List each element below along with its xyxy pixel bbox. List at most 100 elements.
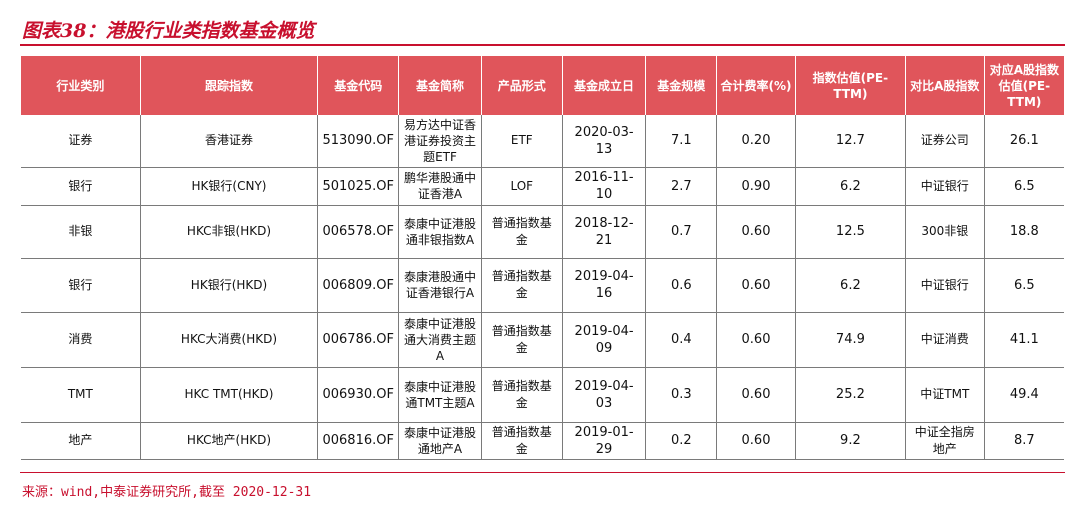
table-row: 消费 HKC大消费(HKD) 006786.OF 泰康中证港股通大消费主题A 普… bbox=[21, 312, 1064, 368]
industry-cell: 银行 bbox=[21, 167, 141, 206]
table-row: 银行 HK银行(CNY) 501025.OF 鹏华港股通中证香港A LOF 20… bbox=[21, 167, 1064, 206]
figure-title: 图表38：港股行业类指数基金概览 bbox=[22, 20, 315, 42]
a-share-index-cell: 中证消费 bbox=[905, 312, 985, 368]
a-share-pe-cell: 49.4 bbox=[984, 367, 1064, 423]
fee-rate-cell: 0.60 bbox=[716, 367, 796, 423]
industry-cell: 消费 bbox=[21, 312, 141, 368]
fee-rate-cell: 0.90 bbox=[716, 167, 796, 206]
fund-size-cell: 2.7 bbox=[645, 167, 718, 206]
product-type-cell: 普通指数基金 bbox=[481, 312, 563, 368]
inception-date-cell: 2019-04-03 bbox=[562, 367, 647, 423]
tracking-index-cell: HKC大消费(HKD) bbox=[140, 312, 319, 368]
a-share-pe-cell: 8.7 bbox=[984, 422, 1064, 460]
fund-code-cell: 006809.OF bbox=[317, 258, 400, 313]
index-pe-cell: 6.2 bbox=[795, 167, 906, 206]
index-pe-cell: 74.9 bbox=[795, 312, 906, 368]
a-share-index-cell: 中证TMT bbox=[905, 367, 985, 423]
a-share-index-cell: 中证银行 bbox=[905, 258, 985, 313]
column-header: 产品形式 bbox=[481, 56, 563, 115]
fund-name-cell: 泰康中证港股通大消费主题A bbox=[398, 312, 482, 368]
fund-name-cell: 泰康中证港股通TMT主题A bbox=[398, 367, 482, 423]
tracking-index-cell: HKC非银(HKD) bbox=[140, 205, 319, 259]
tracking-index-cell: 香港证券 bbox=[140, 115, 319, 168]
fund-name-cell: 泰康中证港股通非银指数A bbox=[398, 205, 482, 259]
table-header-row: 行业类别 跟踪指数 基金代码 基金简称 产品形式 基金成立日 基金规模 合计费率… bbox=[21, 56, 1064, 115]
fund-name-cell: 鹏华港股通中证香港A bbox=[398, 167, 482, 206]
tracking-index-cell: HKC地产(HKD) bbox=[140, 422, 319, 460]
inception-date-cell: 2019-04-16 bbox=[562, 258, 647, 313]
inception-date-cell: 2016-11-10 bbox=[562, 167, 647, 206]
column-header: 对比A股指数 bbox=[905, 56, 985, 115]
fund-size-cell: 0.3 bbox=[645, 367, 718, 423]
product-type-cell: LOF bbox=[481, 167, 563, 206]
fund-code-cell: 006786.OF bbox=[317, 312, 400, 368]
a-share-pe-cell: 18.8 bbox=[984, 205, 1064, 259]
column-header: 指数估值(PE-TTM) bbox=[795, 56, 906, 115]
a-share-index-cell: 300非银 bbox=[905, 205, 985, 259]
fee-rate-cell: 0.60 bbox=[716, 258, 796, 313]
fund-size-cell: 0.2 bbox=[645, 422, 718, 460]
fund-code-cell: 501025.OF bbox=[317, 167, 400, 206]
industry-cell: 银行 bbox=[21, 258, 141, 313]
index-pe-cell: 12.5 bbox=[795, 205, 906, 259]
fund-name-cell: 泰康中证港股通地产A bbox=[398, 422, 482, 460]
a-share-pe-cell: 26.1 bbox=[984, 115, 1064, 168]
column-header: 基金规模 bbox=[645, 56, 718, 115]
column-header: 基金成立日 bbox=[562, 56, 647, 115]
fee-rate-cell: 0.60 bbox=[716, 205, 796, 259]
table-row: 非银 HKC非银(HKD) 006578.OF 泰康中证港股通非银指数A 普通指… bbox=[21, 205, 1064, 259]
a-share-index-cell: 中证银行 bbox=[905, 167, 985, 206]
inception-date-cell: 2020-03-13 bbox=[562, 115, 647, 168]
fee-rate-cell: 0.60 bbox=[716, 312, 796, 368]
product-type-cell: 普通指数基金 bbox=[481, 258, 563, 313]
fund-code-cell: 006816.OF bbox=[317, 422, 400, 460]
table-row: 地产 HKC地产(HKD) 006816.OF 泰康中证港股通地产A 普通指数基… bbox=[21, 422, 1064, 460]
fund-code-cell: 006930.OF bbox=[317, 367, 400, 423]
fund-size-cell: 0.6 bbox=[645, 258, 718, 313]
fee-rate-cell: 0.60 bbox=[716, 422, 796, 460]
industry-cell: 地产 bbox=[21, 422, 141, 460]
product-type-cell: ETF bbox=[481, 115, 563, 168]
source-note: 来源：wind,中泰证券研究所,截至 2020-12-31 bbox=[22, 485, 312, 500]
fee-rate-cell: 0.20 bbox=[716, 115, 796, 168]
table-row: 证券 香港证券 513090.OF 易方达中证香港证券投资主题ETF ETF 2… bbox=[21, 115, 1064, 168]
tracking-index-cell: HKC TMT(HKD) bbox=[140, 367, 319, 423]
fund-overview-table: 行业类别 跟踪指数 基金代码 基金简称 产品形式 基金成立日 基金规模 合计费率… bbox=[21, 56, 1064, 460]
index-pe-cell: 12.7 bbox=[795, 115, 906, 168]
fund-size-cell: 0.4 bbox=[645, 312, 718, 368]
title-divider bbox=[20, 44, 1065, 46]
industry-cell: 证券 bbox=[21, 115, 141, 168]
column-header: 合计费率(%) bbox=[716, 56, 796, 115]
fund-name-cell: 易方达中证香港证券投资主题ETF bbox=[398, 115, 482, 168]
a-share-pe-cell: 6.5 bbox=[984, 167, 1064, 206]
product-type-cell: 普通指数基金 bbox=[481, 367, 563, 423]
index-pe-cell: 25.2 bbox=[795, 367, 906, 423]
tracking-index-cell: HK银行(HKD) bbox=[140, 258, 319, 313]
index-pe-cell: 6.2 bbox=[795, 258, 906, 313]
fund-code-cell: 513090.OF bbox=[317, 115, 400, 168]
index-pe-cell: 9.2 bbox=[795, 422, 906, 460]
table-row: TMT HKC TMT(HKD) 006930.OF 泰康中证港股通TMT主题A… bbox=[21, 367, 1064, 423]
inception-date-cell: 2019-04-09 bbox=[562, 312, 647, 368]
inception-date-cell: 2019-01-29 bbox=[562, 422, 647, 460]
fund-size-cell: 0.7 bbox=[645, 205, 718, 259]
inception-date-cell: 2018-12-21 bbox=[562, 205, 647, 259]
column-header: 对应A股指数估值(PE-TTM) bbox=[984, 56, 1064, 115]
a-share-pe-cell: 6.5 bbox=[984, 258, 1064, 313]
a-share-index-cell: 中证全指房地产 bbox=[905, 422, 985, 460]
fund-code-cell: 006578.OF bbox=[317, 205, 400, 259]
table-row: 银行 HK银行(HKD) 006809.OF 泰康港股通中证香港银行A 普通指数… bbox=[21, 258, 1064, 313]
fund-name-cell: 泰康港股通中证香港银行A bbox=[398, 258, 482, 313]
industry-cell: 非银 bbox=[21, 205, 141, 259]
a-share-pe-cell: 41.1 bbox=[984, 312, 1064, 368]
product-type-cell: 普通指数基金 bbox=[481, 205, 563, 259]
fund-size-cell: 7.1 bbox=[645, 115, 718, 168]
tracking-index-cell: HK银行(CNY) bbox=[140, 167, 319, 206]
industry-cell: TMT bbox=[21, 367, 141, 423]
a-share-index-cell: 证券公司 bbox=[905, 115, 985, 168]
product-type-cell: 普通指数基金 bbox=[481, 422, 563, 460]
footer-divider bbox=[20, 472, 1065, 473]
column-header: 基金代码 bbox=[317, 56, 400, 115]
column-header: 跟踪指数 bbox=[140, 56, 319, 115]
column-header: 基金简称 bbox=[398, 56, 482, 115]
